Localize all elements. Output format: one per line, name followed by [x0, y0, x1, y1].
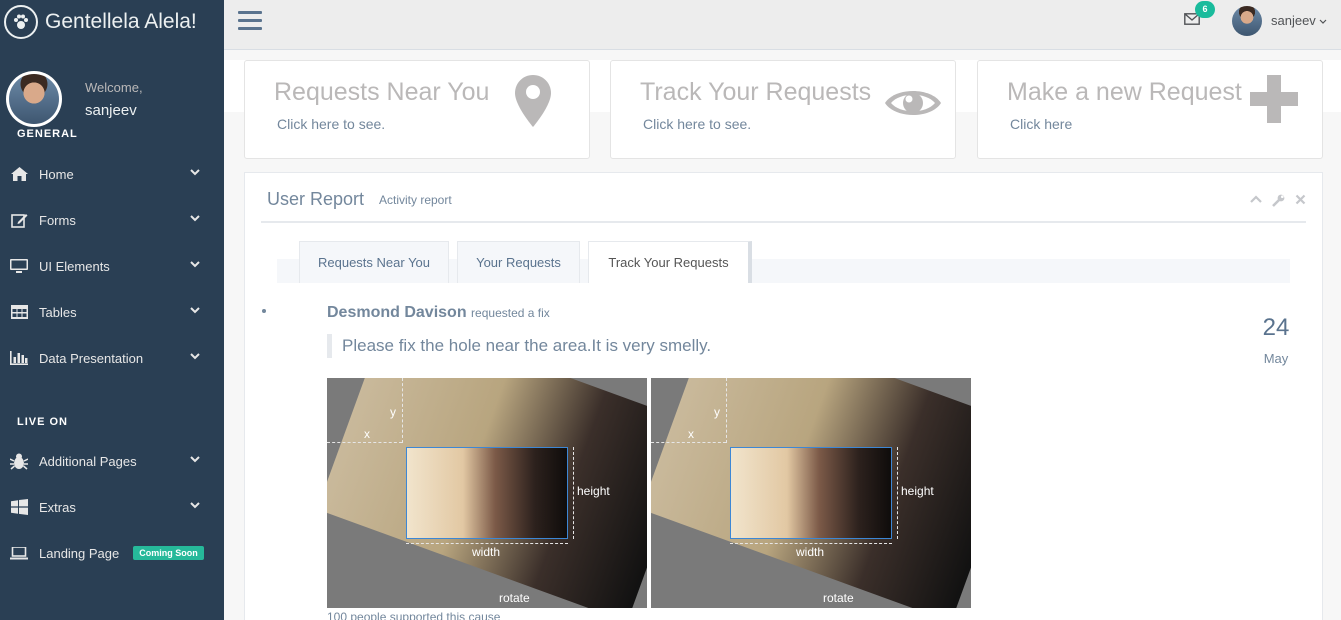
sidebar-item-ui-elements[interactable]: UI Elements	[0, 246, 224, 286]
chevron-down-icon	[190, 353, 200, 360]
panel-title: User Report	[267, 189, 365, 209]
sidebar-item-landing-page[interactable]: Landing Page Coming Soon	[0, 533, 224, 573]
user-avatar[interactable]	[1232, 6, 1262, 36]
section-live-on: LIVE ON	[17, 416, 69, 428]
request-photo[interactable]: y x height width rotate	[651, 378, 971, 608]
rotate-label: rotate	[499, 591, 530, 605]
activity-header: Desmond Davison requested a fix	[327, 304, 550, 322]
chevron-down-icon	[190, 456, 200, 463]
request-photo[interactable]: y x height width rotate	[327, 378, 647, 608]
chevron-down-icon	[190, 169, 200, 176]
tile-track-your-requests[interactable]: Track Your Requests Click here to see.	[610, 60, 956, 159]
menu-toggle-icon[interactable]	[238, 11, 262, 31]
top-navbar: 6 sanjeev	[224, 0, 1341, 50]
activity-day: 24	[1262, 314, 1290, 341]
welcome-text: Welcome,	[85, 80, 143, 95]
panel-subtitle: Activity report	[379, 193, 452, 207]
sidebar-item-label: Landing Page	[39, 545, 120, 561]
sidebar-item-extras[interactable]: Extras	[0, 487, 224, 527]
activity-message: Please fix the hole near the area.It is …	[327, 334, 711, 358]
profile-username: sanjeev	[85, 102, 137, 119]
sidebar-item-data-presentation[interactable]: Data Presentation	[0, 338, 224, 378]
y-guide	[726, 378, 727, 443]
height-guide	[573, 447, 574, 539]
width-label: width	[796, 545, 825, 559]
desktop-icon	[9, 258, 29, 274]
tile-link[interactable]: Click here	[1010, 116, 1072, 132]
tile-title: Track Your Requests	[640, 78, 872, 106]
plus-icon	[1250, 75, 1298, 123]
y-label: y	[390, 405, 396, 419]
height-label: height	[577, 484, 610, 498]
activity-month: May	[1263, 351, 1289, 366]
panel-divider	[261, 221, 1306, 223]
wrench-icon[interactable]	[1272, 194, 1285, 207]
edit-icon	[9, 212, 29, 228]
paw-icon	[4, 5, 38, 39]
height-label: height	[901, 484, 934, 498]
home-icon	[9, 166, 29, 182]
laptop-icon	[9, 545, 29, 561]
user-menu[interactable]: sanjeev	[1271, 13, 1327, 28]
sidebar-item-forms[interactable]: Forms	[0, 200, 224, 240]
profile-avatar	[6, 71, 62, 127]
chevron-down-icon	[190, 261, 200, 268]
x-label: x	[688, 427, 694, 441]
width-guide	[406, 543, 568, 544]
bug-icon	[9, 453, 29, 470]
sidebar-item-home[interactable]: Home	[0, 154, 224, 194]
mail-count-badge: 6	[1195, 1, 1215, 18]
section-general: GENERAL	[17, 128, 78, 140]
tile-requests-near-you[interactable]: Requests Near You Click here to see.	[244, 60, 590, 159]
x-guide	[651, 442, 726, 443]
chevron-down-icon	[190, 307, 200, 314]
sidebar-item-tables[interactable]: Tables	[0, 292, 224, 332]
map-marker-icon	[515, 75, 551, 127]
coming-soon-badge: Coming Soon	[133, 546, 204, 560]
activity-actor[interactable]: Desmond Davison	[327, 304, 467, 321]
user-name: sanjeev	[1271, 13, 1316, 28]
sidebar-item-additional-pages[interactable]: Additional Pages	[0, 441, 224, 481]
height-guide	[897, 447, 898, 539]
eye-icon	[885, 91, 941, 115]
brand-name: Gentellela Alela!	[45, 10, 197, 33]
panel-toolbox	[1250, 194, 1306, 207]
crop-box	[406, 447, 568, 539]
width-guide	[730, 543, 892, 544]
avatar-image	[9, 74, 59, 124]
chevron-down-icon	[1320, 19, 1327, 24]
windows-icon	[9, 499, 29, 515]
user-report-panel: User Report Activity report Requests Nea…	[244, 172, 1323, 620]
tile-link[interactable]: Click here to see.	[643, 116, 751, 132]
tile-title: Make a new Request	[1007, 78, 1242, 106]
chevron-down-icon	[190, 502, 200, 509]
y-label: y	[714, 405, 720, 419]
y-guide	[402, 378, 403, 443]
width-label: width	[472, 545, 501, 559]
tile-make-new-request[interactable]: Make a new Request Click here	[977, 60, 1323, 159]
main-content: Requests Near You Click here to see. Tra…	[224, 51, 1341, 620]
crop-box	[730, 447, 892, 539]
supporters-count: 100 people supported this cause	[327, 610, 501, 620]
tab-track-your-requests[interactable]: Track Your Requests	[588, 241, 752, 283]
close-icon[interactable]	[1295, 194, 1306, 205]
x-label: x	[364, 427, 370, 441]
tile-link[interactable]: Click here to see.	[277, 116, 385, 132]
tab-requests-near-you[interactable]: Requests Near You	[299, 241, 449, 283]
activity-action: requested a fix	[471, 306, 550, 320]
x-guide	[327, 442, 402, 443]
sidebar: Gentellela Alela! Welcome, sanjeev GENER…	[0, 0, 224, 620]
rotate-label: rotate	[823, 591, 854, 605]
chevron-down-icon	[190, 215, 200, 222]
list-bullet	[262, 309, 266, 313]
bar-chart-icon	[9, 350, 29, 366]
table-icon	[9, 304, 29, 320]
tab-your-requests[interactable]: Your Requests	[457, 241, 580, 283]
tile-title: Requests Near You	[274, 78, 490, 106]
chevron-up-icon[interactable]	[1250, 194, 1262, 204]
brand[interactable]: Gentellela Alela!	[0, 0, 224, 44]
